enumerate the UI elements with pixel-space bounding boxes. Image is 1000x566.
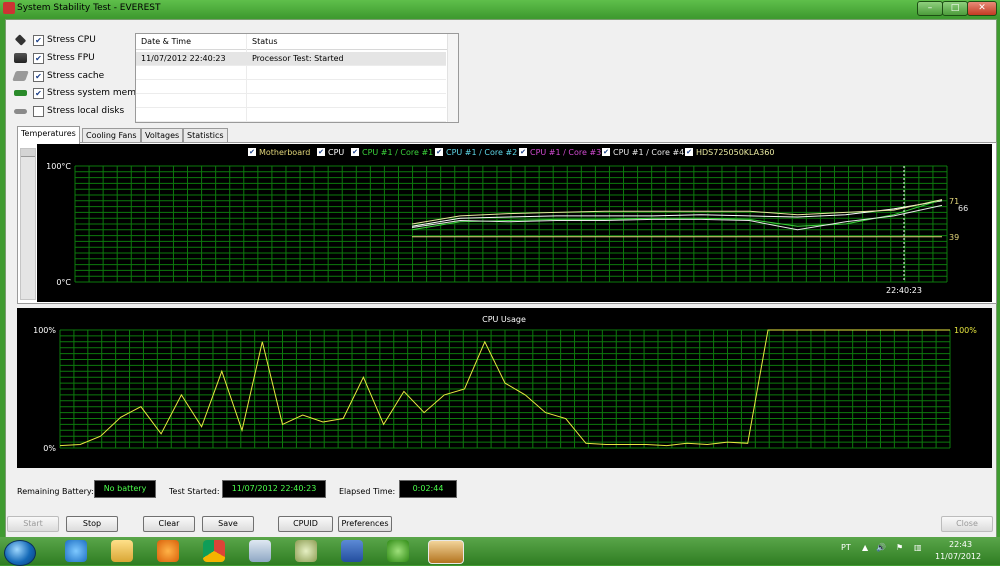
stress-disks-checkbox[interactable]	[33, 105, 44, 117]
volume-icon[interactable]: 🔊	[876, 543, 886, 552]
time-marker-label: 22:40:23	[886, 286, 922, 295]
disk-icon	[14, 108, 27, 114]
start-button[interactable]: Start	[7, 516, 59, 532]
column-header-datetime[interactable]: Date & Time	[141, 37, 191, 46]
close-window-button[interactable]: ✕	[967, 1, 997, 16]
preferences-button[interactable]: Preferences	[338, 516, 392, 532]
legend-cpu[interactable]: ✔ CPU	[317, 147, 344, 157]
cpu-usage-graph-canvas: CPU Usage 100% 0% 100%	[33, 315, 977, 453]
cpuid-button[interactable]: CPUID	[278, 516, 333, 532]
maximize-button[interactable]: □	[942, 1, 968, 16]
internet-explorer-icon[interactable]	[65, 540, 87, 562]
word-icon[interactable]	[341, 540, 363, 562]
row-status: Processor Test: Started	[252, 54, 344, 63]
stress-fpu-label: Stress FPU	[47, 53, 95, 63]
y-axis-min-label: 0%	[43, 444, 56, 453]
memory-icon	[14, 90, 27, 96]
stop-button[interactable]: Stop	[66, 516, 118, 532]
table-scrollbar[interactable]	[447, 34, 458, 122]
paint-icon[interactable]	[295, 540, 317, 562]
table-row	[136, 108, 446, 122]
test-started-label: Test Started:	[169, 487, 220, 496]
table-header: Date & Time Status	[136, 34, 458, 50]
table-row[interactable]: 11/07/2012 22:40:23 Processor Test: Star…	[136, 52, 446, 66]
title-bar: System Stability Test - EVEREST – □ ✕	[0, 0, 1000, 18]
stress-cpu-label: Stress CPU	[47, 35, 96, 45]
cache-icon	[12, 71, 29, 81]
slider-thumb[interactable]	[21, 149, 35, 157]
y-axis-max-label: 100°C	[46, 162, 71, 171]
stress-fpu-checkbox[interactable]: ✔	[33, 52, 44, 64]
battery-label: Remaining Battery:	[17, 487, 94, 496]
time-scale-slider[interactable]	[20, 148, 36, 300]
stress-cache-checkbox[interactable]: ✔	[33, 70, 44, 82]
fpu-icon	[14, 53, 27, 63]
media-player-icon[interactable]	[157, 540, 179, 562]
stress-disks-label: Stress local disks	[47, 106, 125, 116]
cpu-icon	[14, 34, 27, 46]
flag-icon[interactable]: ⚑	[896, 543, 903, 552]
legend-motherboard[interactable]: ✔ Motherboard	[248, 147, 310, 157]
close-button[interactable]: Close	[941, 516, 993, 532]
row-datetime: 11/07/2012 22:40:23	[141, 54, 226, 63]
current-usage-label: 100%	[954, 326, 977, 335]
clear-button[interactable]: Clear	[143, 516, 195, 532]
utorrent-icon[interactable]	[387, 540, 409, 562]
chrome-icon[interactable]	[203, 540, 225, 562]
clock-date[interactable]: 11/07/2012	[935, 552, 981, 561]
everest-app-icon	[3, 2, 15, 14]
clock-time[interactable]: 22:43	[949, 540, 972, 549]
window-client-area: ✔ Stress CPU ✔ Stress FPU ✔ Stress cache…	[5, 19, 997, 539]
legend-core2[interactable]: ✔ CPU #1 / Core #2	[435, 147, 517, 157]
stress-cpu-option[interactable]: ✔ Stress CPU	[14, 33, 96, 47]
save-button[interactable]: Save	[202, 516, 254, 532]
cpu-chart-title: CPU Usage	[482, 315, 526, 324]
cpu-usage-graph: CPU Usage 100% 0% 100%	[17, 308, 992, 468]
table-row	[136, 66, 446, 80]
legend-core1[interactable]: ✔ CPU #1 / Core #1	[351, 147, 433, 157]
y-axis-max-label: 100%	[33, 326, 56, 335]
y-axis-min-label: 0°C	[56, 278, 71, 287]
end-value-label: 66	[958, 204, 968, 213]
legend-core3[interactable]: ✔ CPU #1 / Core #3	[519, 147, 601, 157]
tab-statistics[interactable]: Statistics	[183, 128, 228, 143]
table-row	[136, 80, 446, 94]
table-row	[136, 94, 446, 108]
windows-start-icon[interactable]	[4, 540, 36, 566]
minimize-button[interactable]: –	[917, 1, 943, 16]
battery-value: No battery	[94, 480, 156, 498]
tab-voltages[interactable]: Voltages	[141, 128, 184, 143]
stress-cpu-checkbox[interactable]: ✔	[33, 34, 44, 46]
elapsed-time-value: 0:02:44	[399, 480, 457, 498]
network-icon[interactable]: ▥	[914, 543, 922, 552]
language-indicator[interactable]: PT	[841, 543, 851, 552]
everest-taskbar-icon[interactable]	[428, 540, 464, 564]
end-value-label: 39	[949, 233, 959, 242]
window-title: System Stability Test - EVEREST	[17, 3, 161, 13]
test-started-value: 11/07/2012 22:40:23	[222, 480, 326, 498]
file-explorer-icon[interactable]	[111, 540, 133, 562]
column-header-status[interactable]: Status	[252, 37, 278, 46]
stress-memory-checkbox[interactable]: ✔	[33, 87, 44, 99]
elapsed-time-label: Elapsed Time:	[339, 487, 396, 496]
legend-core4[interactable]: ✔ CPU #1 / Core #4	[602, 147, 684, 157]
stress-cache-label: Stress cache	[47, 71, 105, 81]
temperature-graph: 100°C 0°C 22:40:23 71 66 39 ✔ Motherboard ✔ CPU…	[37, 144, 992, 302]
stress-memory-option[interactable]: ✔ Stress system memory	[14, 86, 151, 100]
calculator-icon[interactable]	[249, 540, 271, 562]
legend-hdd[interactable]: ✔ HDS725050KLA360	[685, 147, 774, 157]
temperature-graph-canvas: 100°C0°C22:40:23716639	[46, 162, 968, 295]
stress-disks-option[interactable]: Stress local disks	[14, 104, 124, 118]
show-hidden-icons-icon[interactable]: ▲	[862, 543, 868, 552]
tab-cooling-fans[interactable]: Cooling Fans	[82, 128, 141, 143]
stress-fpu-option[interactable]: ✔ Stress FPU	[14, 51, 95, 65]
stress-cache-option[interactable]: ✔ Stress cache	[12, 69, 105, 83]
tab-temperatures[interactable]: Temperatures	[17, 126, 80, 144]
test-status-table[interactable]: Date & Time Status 11/07/2012 22:40:23 P…	[135, 33, 459, 123]
